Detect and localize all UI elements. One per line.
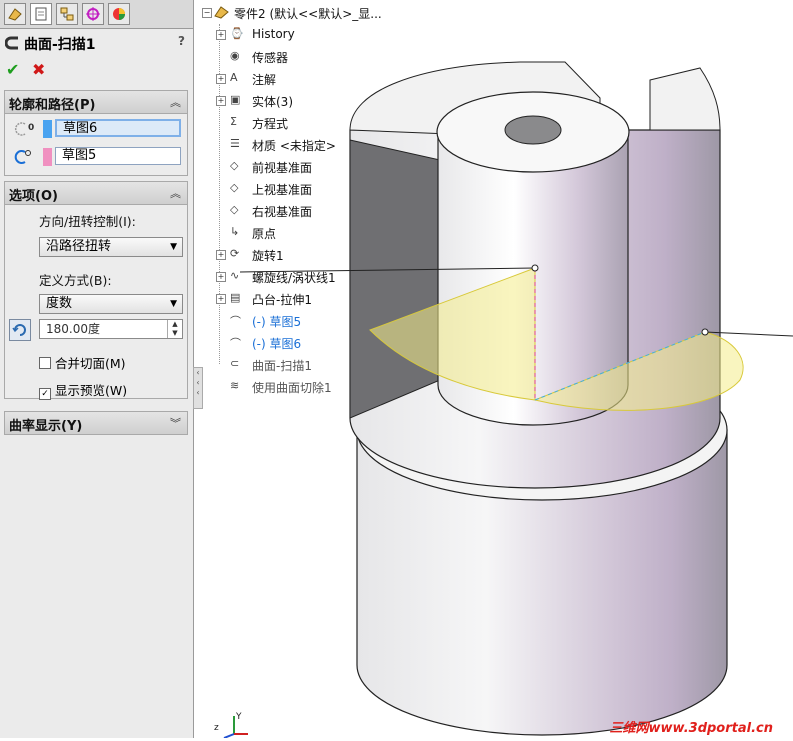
- tree-item-label: 前视基准面: [252, 161, 313, 175]
- solid-bodies-icon: ▣: [230, 93, 241, 106]
- sketch-point[interactable]: [701, 328, 709, 336]
- merge-faces-checkbox[interactable]: 合并切面(M): [39, 353, 126, 372]
- view-triad: z Y: [210, 710, 250, 741]
- curvature-display-group: 曲率显示(Y) ︾: [4, 411, 188, 435]
- display-manager-tab[interactable]: [108, 3, 130, 25]
- feature-manager-tree: − 零件2 (默认<<默认>_显... + ⌚ History ◉ 传感器 + A 注解 + ▣ 实…: [200, 0, 420, 420]
- feature-manager-tab[interactable]: [4, 3, 26, 25]
- checkbox-checked-icon: ✓: [39, 388, 51, 400]
- twist-angle-input[interactable]: 180.00度 ▲ ▼: [39, 319, 183, 339]
- sensor-icon: ◉: [230, 49, 240, 62]
- helix-icon: ∿: [230, 269, 240, 282]
- tree-item-label: 曲面-扫描1: [252, 359, 312, 373]
- svg-text:z: z: [214, 723, 219, 733]
- expand-icon[interactable]: +: [216, 272, 226, 282]
- feature-title-bar: 曲面-扫描1 ?: [0, 32, 193, 54]
- part-icon: [214, 6, 229, 19]
- options-group: 选项(O) ︽ 方向/扭转控制(I): 沿路径扭转 ▼ 定义方式(B): 度数 …: [4, 181, 188, 400]
- orientation-label: 方向/扭转控制(I):: [39, 214, 136, 229]
- revolve-icon: ⟳: [230, 247, 240, 260]
- tree-item-label: 传感器: [252, 51, 289, 65]
- equation-icon: Σ: [230, 115, 237, 128]
- sweep-surface-icon: ⊂: [230, 357, 240, 370]
- collapse-icon[interactable]: −: [202, 8, 212, 18]
- tree-item-label: (-) 草图6: [252, 337, 302, 351]
- sketch-point[interactable]: [531, 264, 539, 272]
- reverse-direction-icon[interactable]: [9, 319, 31, 341]
- origin-icon: ↳: [230, 225, 240, 238]
- show-preview-checkbox[interactable]: ✓ 显示预览(W): [39, 380, 127, 400]
- sweep-surface-icon: [5, 36, 18, 50]
- profile-selection-row: 0 草图6: [11, 119, 183, 139]
- tree-item-label: 原点: [252, 227, 277, 241]
- checkbox-box: [39, 357, 51, 369]
- options-group-header[interactable]: 选项(O) ︽: [5, 182, 187, 205]
- cancel-button[interactable]: ✖: [32, 60, 45, 79]
- tree-item-label: History: [252, 27, 295, 41]
- spin-buttons[interactable]: ▲ ▼: [167, 320, 182, 338]
- collapse-up-icon[interactable]: ︽: [170, 94, 181, 110]
- define-by-dropdown[interactable]: 度数 ▼: [39, 294, 183, 314]
- define-by-label: 定义方式(B):: [39, 273, 112, 288]
- history-icon: ⌚: [230, 27, 244, 40]
- configuration-manager-tab[interactable]: [56, 3, 78, 25]
- profile-path-group: 轮廓和路径(P) ︽ 0 草图6 草图5: [4, 90, 188, 176]
- panel-tab-bar: [0, 0, 193, 29]
- plane-icon: ◇: [230, 159, 239, 172]
- path-icon: [14, 150, 31, 164]
- property-manager-panel: 曲面-扫描1 ? ✔ ✖ 轮廓和路径(P) ︽ 0 草图6 草图5 选项(O) …: [0, 0, 194, 738]
- sketch-icon: ⌒: [230, 315, 241, 328]
- expand-icon[interactable]: +: [216, 96, 226, 106]
- tree-item-label: 旋转1: [252, 249, 284, 263]
- svg-text:Y: Y: [235, 712, 242, 722]
- surface-cut-icon: ≋: [230, 379, 240, 392]
- profile-path-group-header[interactable]: 轮廓和路径(P) ︽: [5, 91, 187, 114]
- center-hole: [504, 115, 562, 145]
- tree-item-label: (-) 草图5: [252, 315, 302, 329]
- tree-item-label: 实体(3): [252, 95, 293, 109]
- tree-item-label: 方程式: [252, 117, 289, 131]
- group-title: 选项(O): [9, 189, 58, 204]
- profile-icon: 0: [15, 122, 34, 136]
- profile-color-swatch: [43, 120, 52, 138]
- expand-down-icon[interactable]: ︾: [170, 415, 181, 431]
- group-title: 轮廓和路径(P): [9, 98, 96, 113]
- tree-item-label: 螺旋线/涡状线1: [252, 271, 336, 285]
- chevron-down-icon: ▼: [170, 242, 177, 252]
- tree-item-label: 注解: [252, 73, 277, 87]
- tree-root-label: 零件2 (默认<<默认>_显...: [234, 7, 382, 21]
- orientation-dropdown[interactable]: 沿路径扭转 ▼: [39, 237, 183, 257]
- expand-icon[interactable]: +: [216, 30, 226, 40]
- help-button[interactable]: ?: [178, 34, 185, 48]
- dimxpert-tab[interactable]: [82, 3, 104, 25]
- tree-item-label: 材质 <未指定>: [252, 139, 336, 153]
- material-icon: ☰: [230, 137, 240, 150]
- watermark: 三维网www.3dportal.cn: [609, 721, 773, 736]
- tree-item-label: 凸台-拉伸1: [252, 293, 312, 307]
- feature-title: 曲面-扫描1: [24, 37, 96, 53]
- tree-item-label: 上视基准面: [252, 183, 313, 197]
- chevron-down-icon: ▼: [170, 299, 177, 309]
- expand-icon[interactable]: +: [216, 294, 226, 304]
- plane-icon: ◇: [230, 203, 239, 216]
- top-right-lobe: [649, 67, 721, 131]
- profile-selection-field[interactable]: 草图6: [55, 119, 181, 137]
- tree-item-label: 使用曲面切除1: [252, 381, 332, 395]
- path-color-swatch: [43, 148, 52, 166]
- path-selection-row: 草图5: [11, 147, 183, 167]
- property-manager-tab[interactable]: [30, 3, 52, 25]
- tree-item-label: 右视基准面: [252, 205, 313, 219]
- collapse-up-icon[interactable]: ︽: [170, 185, 181, 201]
- group-title: 曲率显示(Y): [9, 419, 83, 434]
- expand-icon[interactable]: +: [216, 74, 226, 84]
- ok-button[interactable]: ✔: [6, 60, 19, 79]
- extrude-icon: ▤: [230, 291, 241, 304]
- annotation-icon: A: [230, 71, 238, 84]
- plane-icon: ◇: [230, 181, 239, 194]
- sketch-icon: ⌒: [230, 337, 241, 350]
- expand-icon[interactable]: +: [216, 250, 226, 260]
- path-selection-field[interactable]: 草图5: [55, 147, 181, 165]
- svg-text:0: 0: [28, 123, 34, 133]
- curvature-group-header[interactable]: 曲率显示(Y) ︾: [5, 412, 187, 435]
